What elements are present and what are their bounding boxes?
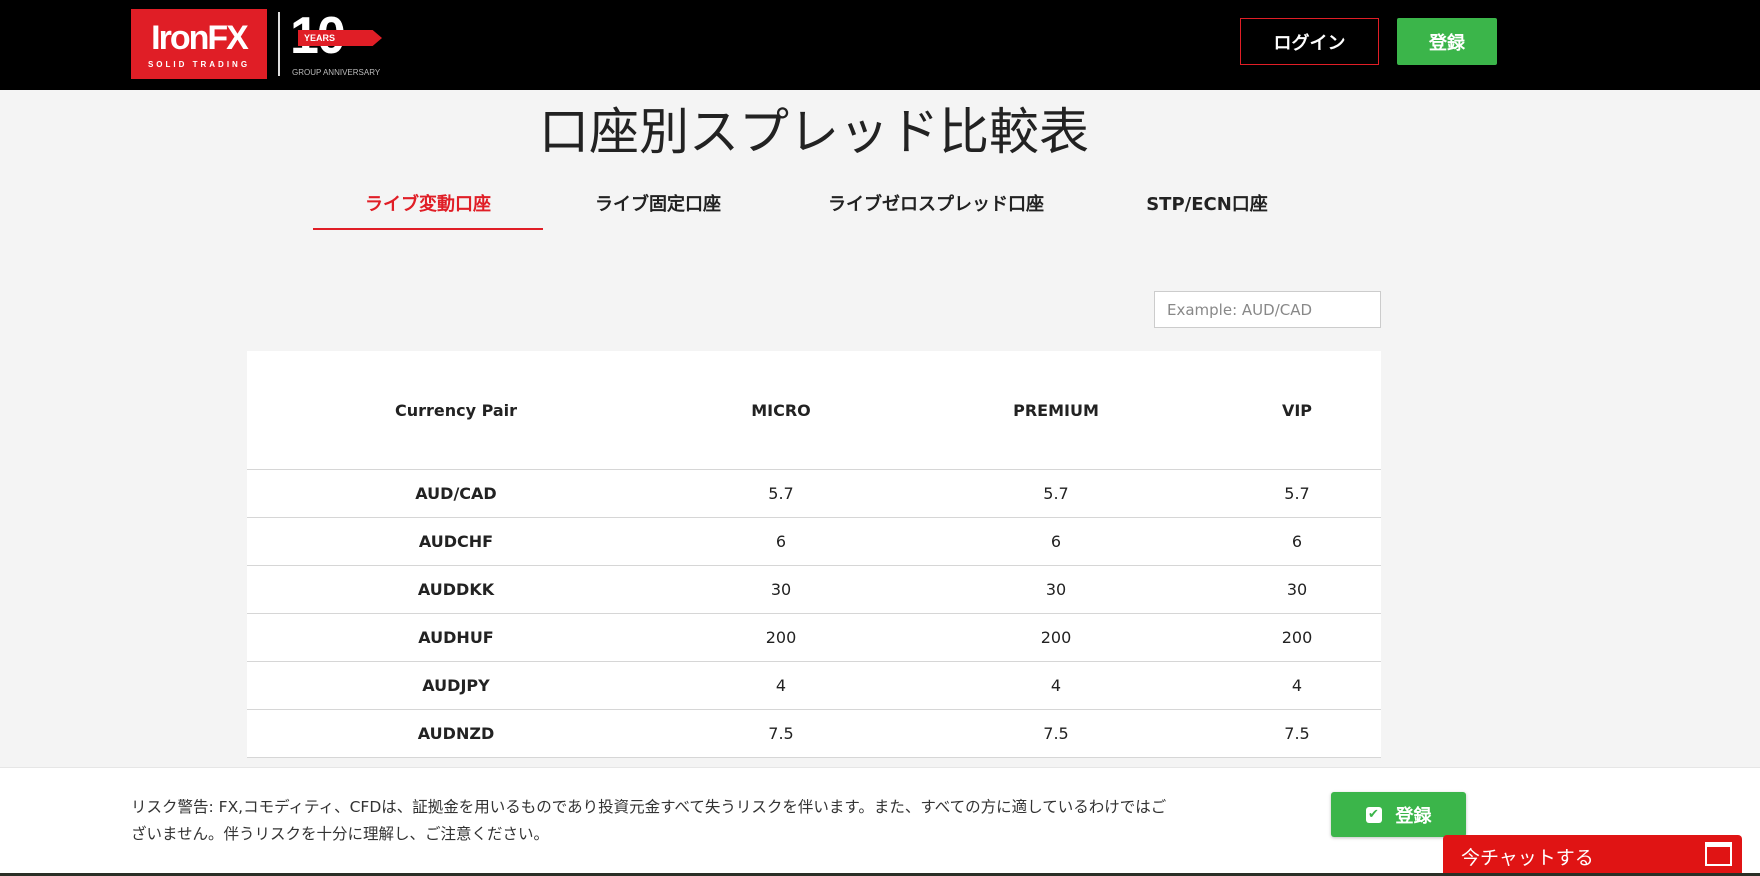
tab-live-zero-spread[interactable]: ライブゼロスプレッド口座 [806, 190, 1066, 230]
spread-cell: 6 [1291, 532, 1303, 551]
footer-register-label: 登録 [1395, 805, 1432, 827]
column-header[interactable]: PREMIUM [1013, 351, 1099, 469]
chat-widget-button[interactable]: 今チャットする [1443, 835, 1742, 876]
table-row: AUDDKK 30 30 30 [247, 566, 1381, 614]
spread-cell: 7.5 [1284, 724, 1310, 743]
risk-line: ざいません。伴うリスクを十分に理解し、ご注意ください。 [131, 825, 550, 843]
spread-cell: 200 [765, 628, 797, 647]
anniversary-sub: GROUP ANNIVERSARY [292, 68, 381, 77]
spread-cell: 4 [1050, 676, 1062, 695]
risk-line: リスク警告: FX,コモディティ、CFDは、証拠金を用いるものであり投資元金すべ… [131, 798, 1167, 816]
currency-search-input[interactable] [1154, 291, 1381, 328]
logo-divider [278, 12, 280, 76]
spread-cell: 200 [1040, 628, 1072, 647]
tab-stp-ecn[interactable]: STP/ECN口座 [1097, 190, 1317, 230]
spread-cell: 30 [770, 580, 792, 599]
table-row: AUDNZD 7.5 7.5 7.5 [247, 710, 1381, 758]
column-header[interactable]: VIP [1282, 351, 1312, 469]
column-header[interactable]: MICRO [751, 351, 811, 469]
table-row: AUD/CAD 5.7 5.7 5.7 [247, 470, 1381, 518]
column-header[interactable]: Currency Pair [395, 351, 517, 469]
logo-tagline: SOLID TRADING [147, 60, 251, 69]
currency-pair-cell: AUDNZD [417, 724, 495, 743]
spread-cell: 30 [1286, 580, 1308, 599]
page-title: 口座別スプレッド比較表 [539, 103, 1089, 161]
currency-pair-cell: AUD/CAD [415, 484, 497, 503]
spread-cell: 4 [1291, 676, 1303, 695]
spread-cell: 5.7 [768, 484, 794, 503]
spread-cell: 7.5 [768, 724, 794, 743]
currency-pair-cell: AUDDKK [417, 580, 495, 599]
table-header-row: Currency Pair MICRO PREMIUM VIP [247, 351, 1381, 470]
login-button[interactable]: ログイン [1240, 18, 1379, 65]
anniversary-badge: 10 YEARS GROUP ANNIVERSARY [290, 6, 400, 82]
spread-cell: 6 [1050, 532, 1062, 551]
spread-cell: 5.7 [1043, 484, 1069, 503]
currency-pair-cell: AUDJPY [422, 676, 490, 695]
ironfx-logo[interactable]: IronFX SOLID TRADING [131, 9, 267, 79]
currency-pair-cell: AUDCHF [418, 532, 494, 551]
spread-cell: 5.7 [1284, 484, 1310, 503]
window-icon [1705, 842, 1732, 866]
site-header: IronFX SOLID TRADING 10 YEARS GROUP ANNI… [0, 0, 1760, 90]
anniversary-arrow: YEARS [298, 30, 382, 46]
logo-text: IronFX [151, 19, 249, 57]
footer-register-button[interactable]: ✔ 登録 [1331, 792, 1466, 837]
checkbox-icon: ✔ [1365, 806, 1382, 823]
currency-pair-cell: AUDHUF [418, 628, 494, 647]
table-row: AUDJPY 4 4 4 [247, 662, 1381, 710]
table-row: AUDHUF 200 200 200 [247, 614, 1381, 662]
spread-cell: 30 [1045, 580, 1067, 599]
spread-cell: 7.5 [1043, 724, 1069, 743]
risk-warning-text: リスク警告: FX,コモディティ、CFDは、証拠金を用いるものであり投資元金すべ… [131, 794, 1311, 848]
tab-live-variable[interactable]: ライブ変動口座 [313, 190, 543, 230]
spread-cell: 200 [1281, 628, 1313, 647]
spread-table: Currency Pair MICRO PREMIUM VIP AUD/CAD 5… [247, 351, 1381, 758]
table-row: AUDCHF 6 6 6 [247, 518, 1381, 566]
spread-cell: 4 [775, 676, 787, 695]
chat-label: 今チャットする [1461, 847, 1594, 869]
tab-live-fixed[interactable]: ライブ固定口座 [543, 190, 773, 230]
spread-cell: 6 [775, 532, 787, 551]
register-button[interactable]: 登録 [1397, 18, 1497, 65]
